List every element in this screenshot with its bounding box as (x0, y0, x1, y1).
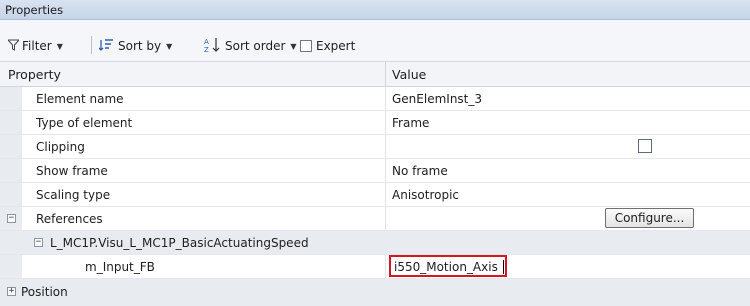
property-name: Element name (36, 92, 124, 106)
table-row[interactable]: Scaling type Anisotropic (0, 183, 750, 207)
configure-button[interactable]: Configure... (605, 208, 694, 228)
collapse-icon[interactable]: − (34, 238, 43, 247)
sort-by-icon (98, 38, 115, 55)
chevron-down-icon: ▼ (290, 41, 297, 51)
filter-label: Filter (22, 39, 52, 53)
sort-order-icon: AZ (204, 37, 222, 56)
property-name: Clipping (36, 140, 85, 154)
panel-title: Properties (5, 3, 64, 17)
collapse-icon[interactable]: − (7, 214, 16, 223)
property-name: m_Input_FB (85, 260, 155, 274)
column-header-value[interactable]: Value (392, 67, 426, 82)
sort-by-label: Sort by (118, 39, 162, 53)
filter-icon (6, 39, 21, 54)
expand-icon[interactable]: + (7, 287, 16, 296)
toolbar: Filter ▼ Sort by ▼ AZ Sort order ▼ Exper… (0, 20, 750, 62)
sort-order-label: Sort order (225, 39, 286, 53)
panel-titlebar: Properties (0, 0, 750, 20)
property-name: Type of element (36, 116, 133, 130)
clipping-checkbox[interactable] (638, 139, 652, 153)
sort-by-dropdown[interactable]: Sort by ▼ (98, 37, 173, 55)
value-edit-text: i550_Motion_Axis (394, 260, 498, 274)
property-name: References (36, 212, 103, 226)
property-name: Show frame (36, 164, 108, 178)
expert-checkbox[interactable] (300, 40, 312, 52)
table-row[interactable]: Show frame No frame (0, 159, 750, 183)
table-row[interactable]: Clipping (0, 135, 750, 159)
column-header-property[interactable]: Property (8, 67, 61, 82)
chevron-down-icon: ▼ (166, 41, 173, 51)
column-divider[interactable] (385, 62, 386, 86)
table-row-position[interactable]: + Position (0, 279, 750, 306)
group-name: L_MC1P.Visu_L_MC1P_BasicActuatingSpeed (50, 236, 309, 250)
property-value[interactable]: Frame (392, 116, 429, 130)
table-row[interactable]: Element name GenElemInst_3 (0, 87, 750, 111)
expert-toggle[interactable]: Expert (300, 37, 355, 55)
expert-label: Expert (316, 39, 356, 53)
property-value[interactable]: Anisotropic (392, 188, 459, 202)
table-header: Property Value (0, 62, 750, 87)
property-value[interactable]: No frame (392, 164, 448, 178)
toolbar-separator (91, 36, 92, 54)
filter-dropdown[interactable]: Filter ▼ (6, 37, 63, 55)
property-name: Position (21, 285, 68, 299)
table-row[interactable]: Type of element Frame (0, 111, 750, 135)
table-row-group[interactable]: − L_MC1P.Visu_L_MC1P_BasicActuatingSpeed (0, 231, 750, 255)
sort-order-dropdown[interactable]: AZ Sort order ▼ (204, 37, 297, 55)
svg-text:A: A (204, 38, 209, 46)
property-value[interactable]: GenElemInst_3 (392, 92, 482, 106)
chevron-down-icon: ▼ (56, 41, 63, 51)
property-name: Scaling type (36, 188, 111, 202)
table-row-references[interactable]: − References Configure... (0, 207, 750, 231)
value-edit-field[interactable]: i550_Motion_Axis (389, 255, 507, 277)
svg-text:Z: Z (204, 46, 209, 53)
table-row[interactable]: m_Input_FB i550_Motion_Axis (0, 255, 750, 279)
text-caret (503, 260, 504, 274)
